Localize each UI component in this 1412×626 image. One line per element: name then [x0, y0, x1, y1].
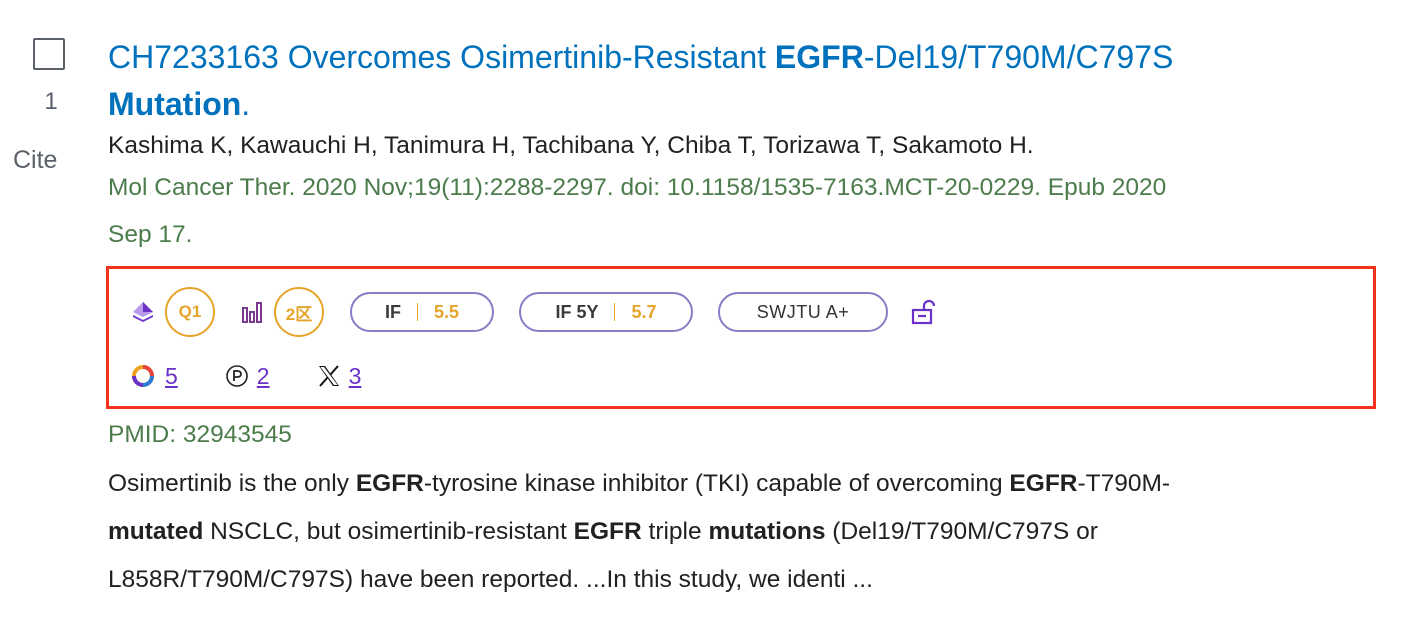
- journal-citation: Mol Cancer Ther. 2020 Nov;19(11):2288-22…: [108, 164, 1388, 258]
- abstract-text: L858R/T790M/C797S) have been reported. .…: [108, 566, 873, 593]
- title-highlight: Mutation: [108, 86, 242, 122]
- institution-rank-pill[interactable]: SWJTU A+: [718, 292, 888, 332]
- abstract-text: NSCLC, but osimertinib-resistant: [203, 518, 574, 545]
- article-title-link[interactable]: CH7233163 Overcomes Osimertinib-Resistan…: [108, 34, 1388, 128]
- abstract-text: Osimertinib is the only: [108, 470, 356, 497]
- citation-count-link[interactable]: 5: [165, 363, 178, 390]
- abstract-highlight: mutated: [108, 518, 204, 545]
- abstract-text: -tyrosine kinase inhibitor (TKI) capable…: [423, 470, 1010, 497]
- journal-metrics-panel: Q1 2区 IF 5.5 IF 5Y 5.7 SWJTU A+ 5 2 3: [106, 266, 1376, 409]
- impact-factor-pill[interactable]: IF 5.5: [350, 292, 494, 332]
- authors: Kashima K, Kawauchi H, Tanimura H, Tachi…: [108, 132, 1034, 159]
- if5y-value: 5.7: [631, 301, 657, 322]
- title-text: .: [241, 86, 251, 122]
- pmid: PMID: 32943545: [108, 421, 292, 448]
- impact-factor-5y-pill[interactable]: IF 5Y 5.7: [519, 292, 693, 332]
- abstract-highlight: EGFR: [573, 518, 642, 545]
- pill-divider: [614, 303, 616, 321]
- if-label: IF: [384, 301, 401, 322]
- bar-chart-icon: [241, 300, 265, 324]
- title-text: CH7233163 Overcomes Osimertinib-Resistan…: [108, 39, 775, 75]
- metrics-row-counts: 5 2 3: [131, 359, 361, 393]
- abstract-snippet: Osimertinib is the only EGFR-tyrosine ki…: [108, 460, 1378, 604]
- policy-p-icon: [225, 364, 249, 388]
- abstract-highlight: EGFR: [355, 470, 424, 497]
- x-logo-icon: [317, 364, 341, 388]
- abstract-text: triple: [641, 518, 709, 545]
- layers-icon: [131, 300, 155, 324]
- citation-line-2: Sep 17.: [108, 221, 193, 248]
- pill-divider: [416, 303, 418, 321]
- unlock-icon[interactable]: [910, 299, 936, 325]
- result-number: 1: [44, 88, 58, 115]
- abstract-text: -T790M-: [1077, 470, 1171, 497]
- if-value: 5.5: [433, 301, 460, 322]
- quartile-badge[interactable]: Q1: [165, 287, 215, 337]
- citation-line-1: Mol Cancer Ther. 2020 Nov;19(11):2288-22…: [108, 174, 1167, 201]
- citation-ring-icon: [131, 364, 155, 388]
- title-highlight: EGFR: [774, 39, 864, 75]
- title-text: -Del19/T790M/C797S: [863, 39, 1174, 75]
- policy-count-link[interactable]: 2: [257, 363, 270, 390]
- abstract-highlight: mutations: [708, 518, 826, 545]
- x-mentions-link[interactable]: 3: [349, 363, 362, 390]
- abstract-text: (Del19/T790M/C797S or: [825, 518, 1098, 545]
- abstract-highlight: EGFR: [1009, 470, 1078, 497]
- cite-button[interactable]: Cite: [13, 146, 57, 175]
- if5y-label: IF 5Y: [555, 301, 599, 322]
- zone-badge[interactable]: 2区: [274, 287, 324, 337]
- result-body: CH7233163 Overcomes Osimertinib-Resistan…: [108, 34, 1388, 258]
- metrics-row-badges: Q1 2区 IF 5.5 IF 5Y 5.7 SWJTU A+: [131, 287, 936, 337]
- select-result-checkbox[interactable]: [33, 38, 65, 70]
